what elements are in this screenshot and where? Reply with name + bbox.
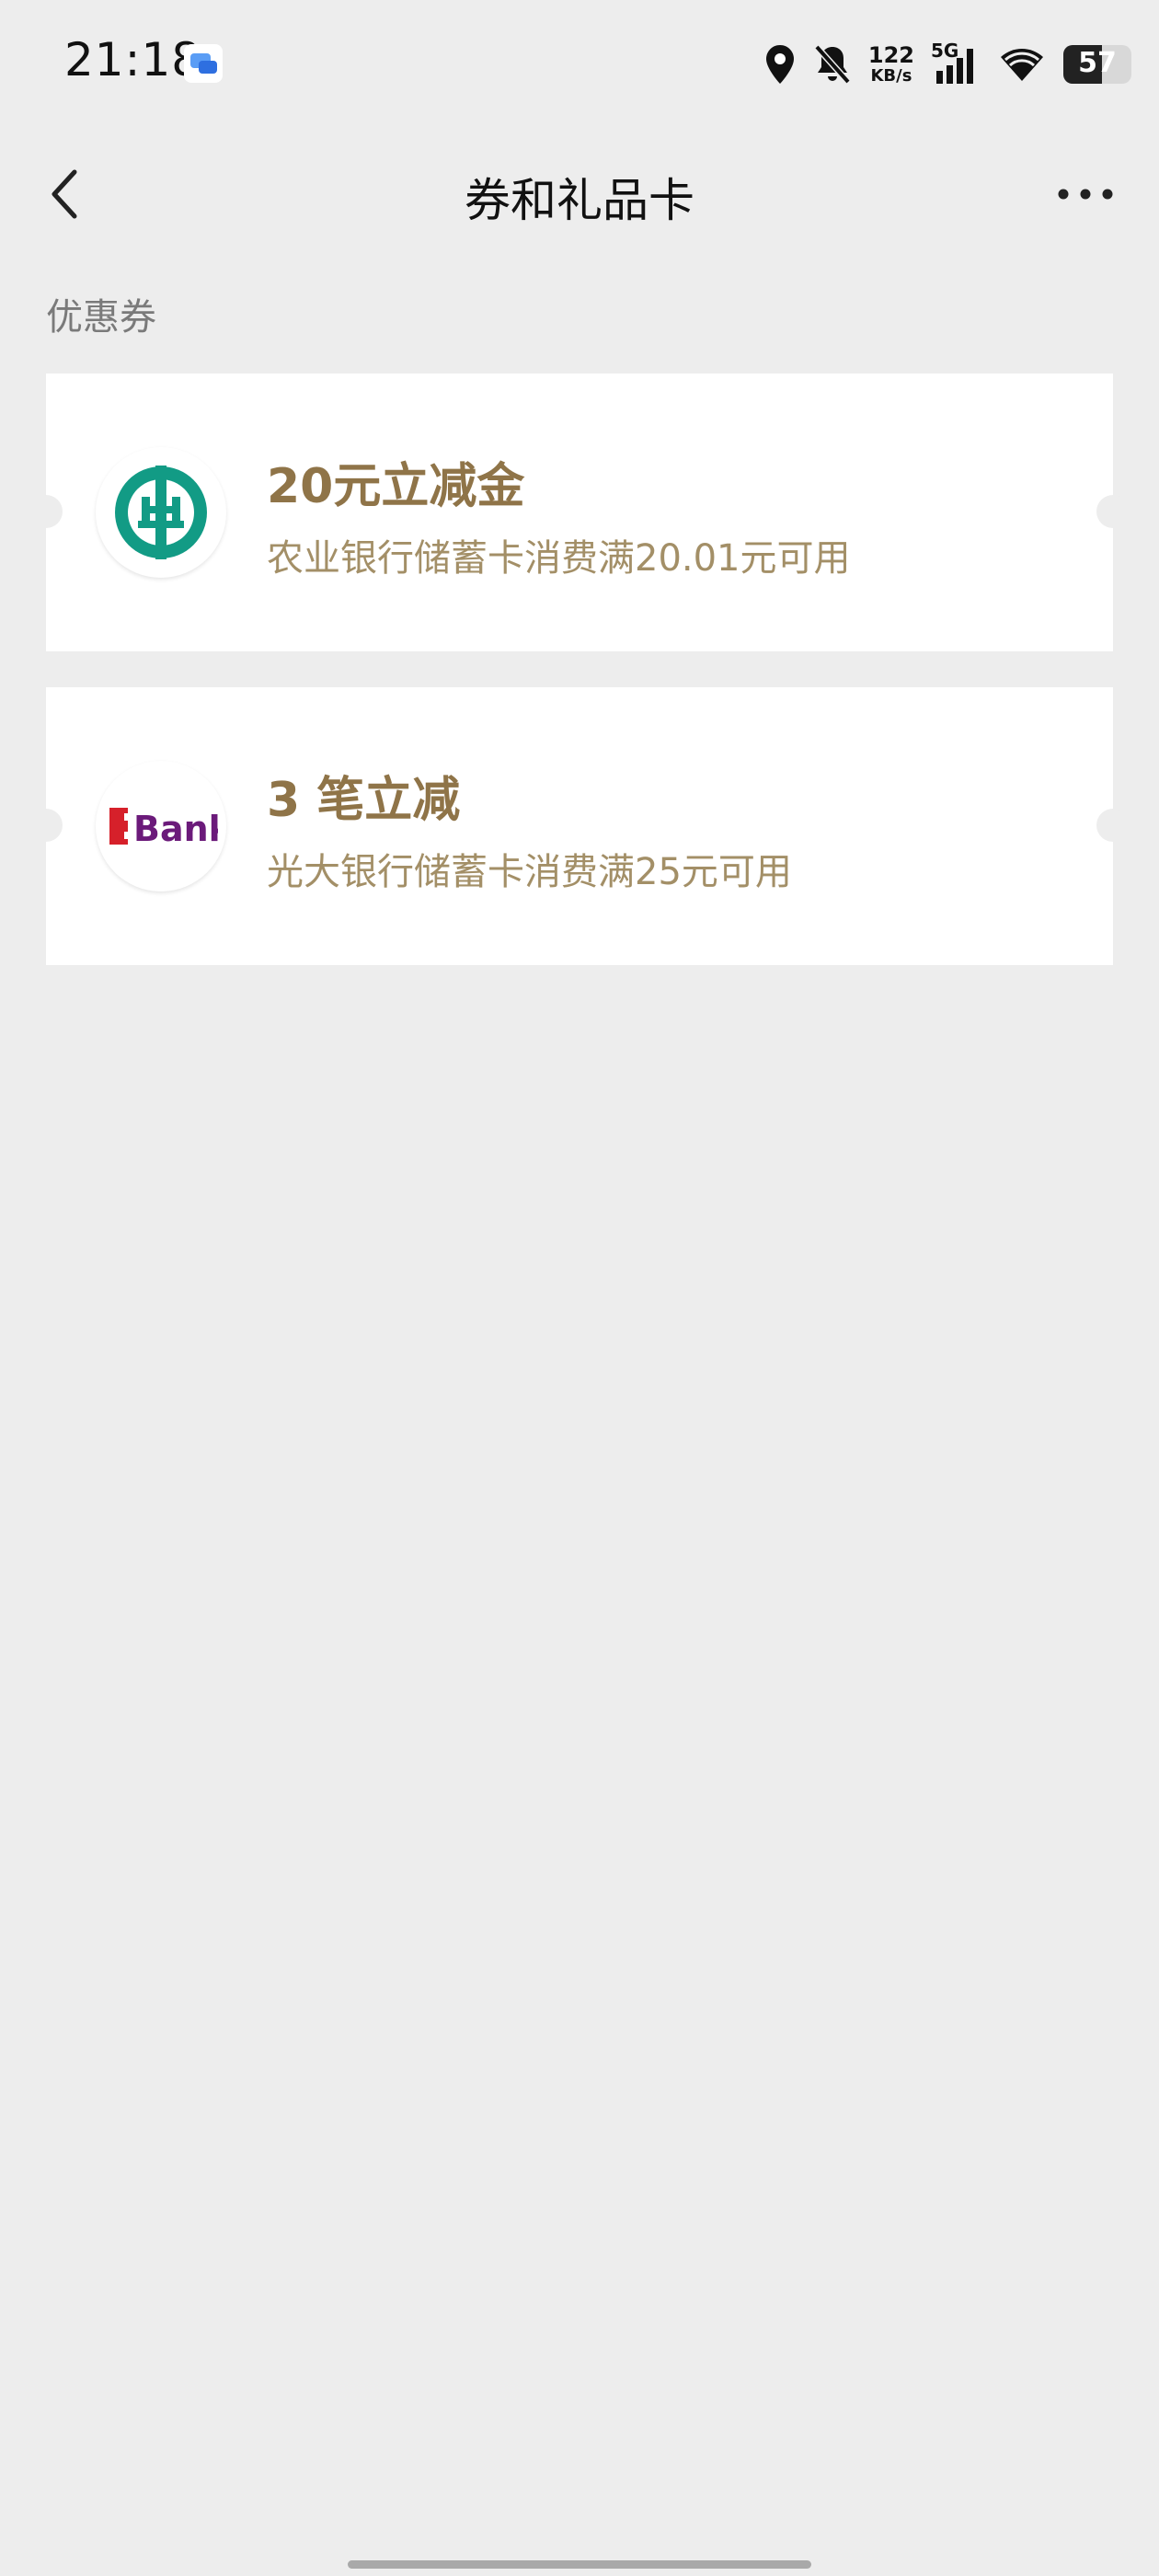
status-time: 21:18 (64, 33, 202, 86)
network-speed-value: 122 (867, 42, 914, 68)
ebank-logo: Bank (96, 761, 226, 891)
nav-bar: 券和礼品卡 (0, 138, 1159, 248)
chat-notification-icon (184, 44, 223, 83)
coupon-title: 3 笔立减 (267, 773, 461, 828)
signal-icon: 5G (931, 40, 981, 86)
bell-off-icon (814, 44, 851, 85)
coupon-description: 光大银行储蓄卡消费满25元可用 (267, 851, 792, 893)
more-button[interactable] (1049, 162, 1122, 226)
ebank-logo-text: Bank (133, 809, 218, 849)
coupon-description: 农业银行储蓄卡消费满20.01元可用 (267, 537, 851, 580)
coupon-card[interactable]: Bank 3 笔立减 光大银行储蓄卡消费满25元可用 (29, 687, 1130, 965)
status-bar: 21:18 122 KB/s 5G 57 (0, 0, 1159, 129)
home-indicator[interactable] (348, 2560, 811, 2569)
battery-level: 57 (1063, 45, 1131, 84)
coupon-card[interactable]: 20元立减金 农业银行储蓄卡消费满20.01元可用 (29, 374, 1130, 651)
wifi-icon (1001, 49, 1043, 81)
coupon-title: 20元立减金 (267, 459, 525, 514)
location-icon (765, 45, 794, 84)
section-label-coupons: 优惠券 (46, 296, 156, 339)
network-speed-unit: KB/s (870, 66, 912, 86)
abc-bank-logo (96, 447, 226, 578)
page-title: 券和礼品卡 (465, 174, 694, 227)
battery-icon: 57 (1063, 45, 1131, 84)
status-icons: 122 KB/s 5G 57 (763, 37, 1131, 92)
more-horizontal-icon (1058, 189, 1113, 200)
network-speed: 122 KB/s (868, 44, 914, 85)
